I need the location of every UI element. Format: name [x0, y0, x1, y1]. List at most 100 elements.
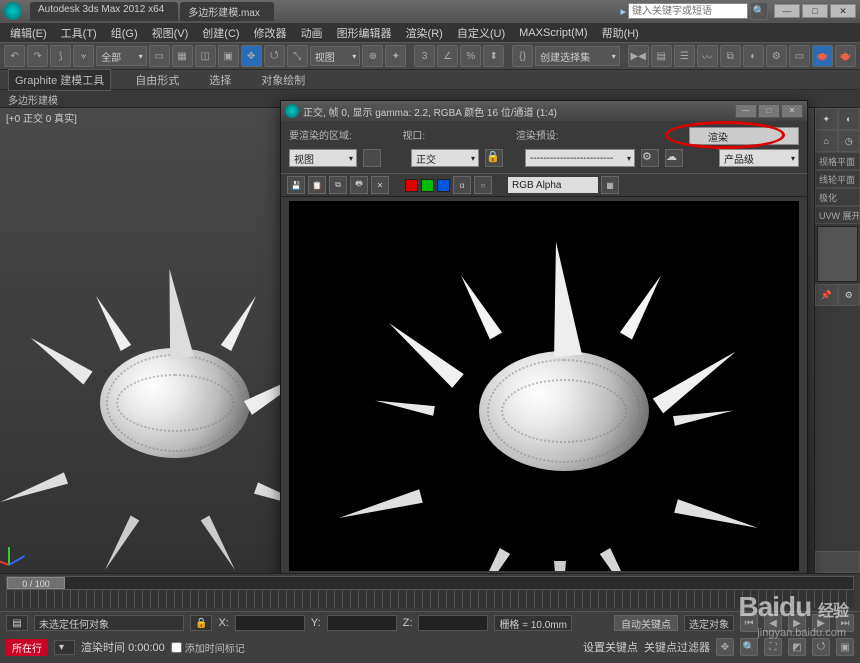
pivot-icon[interactable]: ⊕: [362, 45, 383, 67]
mod-pin-icon[interactable]: 📌: [815, 284, 838, 306]
time-ruler[interactable]: [6, 590, 854, 608]
render-preset-dropdown[interactable]: -------------------------: [525, 149, 635, 167]
nav-fov-icon[interactable]: ◩: [788, 638, 806, 656]
scale-icon[interactable]: ⤡: [287, 45, 308, 67]
manip-icon[interactable]: ✦: [385, 45, 406, 67]
render-viewport-dropdown[interactable]: 正交: [411, 149, 479, 167]
coord-y-field[interactable]: [327, 615, 397, 631]
spinner-snap-icon[interactable]: ⬍: [483, 45, 504, 67]
select-object-icon[interactable]: ▭: [149, 45, 170, 67]
render-iterative-icon[interactable]: 🫖: [835, 45, 856, 67]
menu-view[interactable]: 视图(V): [146, 23, 195, 43]
select-region-icon[interactable]: ◫: [195, 45, 216, 67]
unlink-icon[interactable]: ⟇: [73, 45, 94, 67]
menu-group[interactable]: 组(G): [105, 23, 144, 43]
clear-icon[interactable]: ✕: [371, 176, 389, 194]
snap-toggle-icon[interactable]: 3: [414, 45, 435, 67]
channel-green-swatch[interactable]: [421, 179, 434, 192]
render-product-dropdown[interactable]: 产品级: [719, 149, 799, 167]
window-close-button[interactable]: ✕: [830, 4, 856, 18]
ribbon-tab-selection[interactable]: 选择: [203, 70, 237, 90]
render-frame-icon[interactable]: ▭: [789, 45, 810, 67]
menu-edit[interactable]: 编辑(E): [4, 23, 53, 43]
channel-red-swatch[interactable]: [405, 179, 418, 192]
nav-pan-icon[interactable]: ✥: [716, 638, 734, 656]
menu-grapheditors[interactable]: 图形编辑器: [331, 23, 398, 43]
cmdpanel-scroll-icon[interactable]: [815, 551, 860, 573]
save-image-icon[interactable]: 💾: [287, 176, 305, 194]
modifier-item-3[interactable]: UVW 展开: [815, 206, 860, 224]
named-selset-dropdown[interactable]: 创建选择集: [535, 46, 620, 66]
setkey-button[interactable]: 设置关键点: [583, 639, 638, 655]
mod-config-icon[interactable]: ⚙: [838, 284, 860, 306]
clone-window-icon[interactable]: ⧉: [329, 176, 347, 194]
ref-coord-dropdown[interactable]: 视图: [310, 46, 360, 66]
render-area-edit-icon[interactable]: [363, 149, 381, 167]
maxscript-mini-icon[interactable]: ▤: [6, 615, 28, 631]
align-icon[interactable]: ▤: [651, 45, 672, 67]
goto-end-icon[interactable]: ⏭: [836, 614, 854, 632]
menu-customize[interactable]: 自定义(U): [451, 23, 511, 43]
redo-icon[interactable]: ↷: [27, 45, 48, 67]
render-production-icon[interactable]: 🫖: [812, 45, 833, 67]
angle-snap-icon[interactable]: ∠: [437, 45, 458, 67]
keymode-dropdown[interactable]: 选定对象: [684, 615, 734, 631]
ribbon-tab-freeform[interactable]: 自由形式: [129, 70, 185, 90]
nav-maxtoggle-icon[interactable]: ▣: [836, 638, 854, 656]
undo-icon[interactable]: ↶: [4, 45, 25, 67]
lock-selection-icon[interactable]: 🔒: [190, 615, 212, 631]
modifier-item-1[interactable]: 线轮平面: [815, 170, 860, 188]
menu-create[interactable]: 创建(C): [196, 23, 245, 43]
render-window-titlebar[interactable]: 正交, 帧 0, 显示 gamma: 2.2, RGBA 颜色 16 位/通道 …: [281, 101, 807, 121]
script-listener-dropdown[interactable]: ▾: [54, 640, 75, 655]
render-button[interactable]: 渲染: [689, 127, 799, 145]
print-icon[interactable]: 🖶: [350, 176, 368, 194]
channel-blue-swatch[interactable]: [437, 179, 450, 192]
render-window-max-button[interactable]: □: [758, 104, 780, 118]
time-slider-thumb[interactable]: 0 / 100: [7, 577, 65, 589]
render-area-dropdown[interactable]: 视图: [289, 149, 357, 167]
selection-filter-dropdown[interactable]: 全部: [96, 46, 146, 66]
menu-maxscript[interactable]: MAXScript(M): [513, 25, 593, 41]
next-frame-icon[interactable]: ▶: [812, 614, 830, 632]
render-setup-icon-small[interactable]: ⚙: [641, 149, 659, 167]
coord-x-field[interactable]: [235, 615, 305, 631]
cmdpanel-tab-motion-icon[interactable]: ◷: [838, 130, 860, 152]
cmdpanel-tab-modify-icon[interactable]: ◐: [838, 108, 860, 130]
menu-rendering[interactable]: 渲染(R): [400, 23, 449, 43]
schematic-icon[interactable]: ⧉: [720, 45, 741, 67]
menu-tools[interactable]: 工具(T): [55, 23, 103, 43]
nav-zoom-icon[interactable]: 🔍: [740, 638, 758, 656]
add-time-tag-checkbox[interactable]: 添加时间标记: [171, 640, 245, 655]
toggle-overlay-icon[interactable]: ▦: [601, 176, 619, 194]
cmdpanel-tab-create-icon[interactable]: ✦: [815, 108, 838, 130]
window-minimize-button[interactable]: —: [774, 4, 800, 18]
menu-animation[interactable]: 动画: [295, 23, 329, 43]
menu-help[interactable]: 帮助(H): [596, 23, 645, 43]
environment-icon[interactable]: ☁: [665, 149, 683, 167]
channel-alpha-icon[interactable]: α: [453, 176, 471, 194]
move-icon[interactable]: ✥: [241, 45, 262, 67]
layers-icon[interactable]: ☰: [674, 45, 695, 67]
channel-mono-icon[interactable]: ○: [474, 176, 492, 194]
help-search-icon[interactable]: 🔍: [750, 2, 768, 20]
render-viewport-lock-icon[interactable]: 🔒: [485, 149, 503, 167]
time-slider-track[interactable]: 0 / 100: [6, 576, 854, 590]
play-icon[interactable]: ▶: [788, 614, 806, 632]
modifier-item-0[interactable]: 视格平面: [815, 152, 860, 170]
rotate-icon[interactable]: ⭯: [264, 45, 285, 67]
menu-modifiers[interactable]: 修改器: [248, 23, 293, 43]
render-window-close-button[interactable]: ✕: [781, 104, 803, 118]
coord-z-field[interactable]: [418, 615, 488, 631]
goto-start-icon[interactable]: ⏮: [740, 614, 758, 632]
select-name-icon[interactable]: ▦: [172, 45, 193, 67]
channel-dropdown[interactable]: RGB Alpha: [508, 177, 598, 193]
cmdpanel-tab-hierarchy-icon[interactable]: ⌂: [815, 130, 838, 152]
link-icon[interactable]: ⟆: [50, 45, 71, 67]
percent-snap-icon[interactable]: %: [460, 45, 481, 67]
render-window-min-button[interactable]: —: [735, 104, 757, 118]
named-selset-icon[interactable]: {}: [512, 45, 533, 67]
render-setup-icon[interactable]: ⚙: [766, 45, 787, 67]
ribbon-tab-modeling[interactable]: Graphite 建模工具: [8, 69, 111, 91]
nav-zoomext-icon[interactable]: ⛶: [764, 638, 782, 656]
